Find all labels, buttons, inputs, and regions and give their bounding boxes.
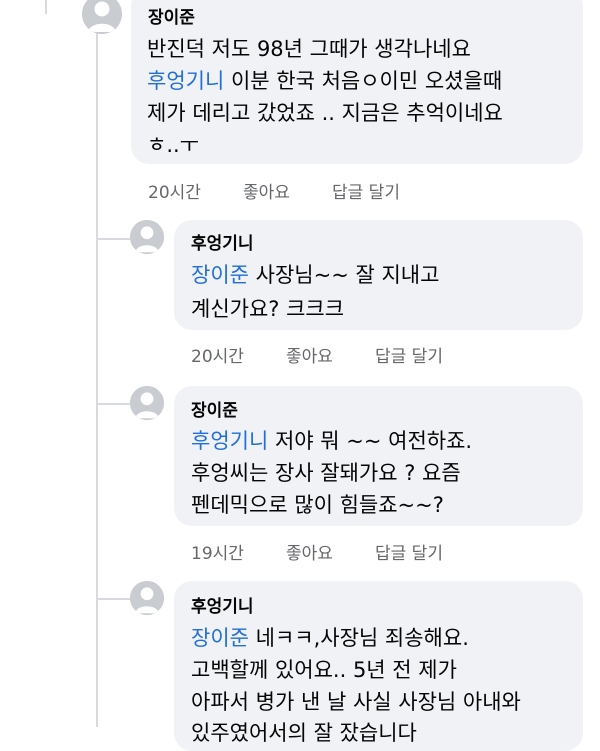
comment-text-line: 있주였어서의 잘 잤습니다	[191, 721, 417, 745]
mention-link[interactable]: 후엉기니	[191, 429, 268, 453]
comment-text-line: 후엉기니 저야 뭐 ~~ 여전하죠.	[191, 429, 473, 453]
like-button[interactable]: 좋아요	[286, 539, 375, 564]
thread-line-top	[45, 0, 47, 14]
reply-connector	[96, 403, 130, 405]
comment-text-line: ㅎ..ㅜ	[147, 133, 199, 157]
avatar[interactable]	[130, 386, 164, 420]
reply-button[interactable]: 답글 달기	[375, 539, 443, 564]
comment-actions: 19시간 좋아요 답글 달기	[191, 539, 443, 564]
comment-text-line: 고백할께 있어요.. 5년 전 제가	[191, 658, 457, 682]
comment-text-line: 장이준 사장님~~ 잘 지내고	[191, 263, 440, 287]
comment-text-line: 계신가요? 크크크	[191, 297, 345, 321]
avatar[interactable]	[82, 0, 122, 34]
comment-text-line: 아파서 병가 낸 날 사실 사장님 아내와	[191, 690, 521, 714]
reply-connector	[96, 238, 130, 240]
comment-text-line: 후엉기니 이분 한국 처음ㅇ이민 오셨을때	[147, 69, 503, 93]
mention-link[interactable]: 장이준	[191, 263, 249, 287]
default-profile-icon	[130, 386, 164, 420]
comment-author[interactable]: 후엉기니	[191, 592, 254, 617]
comment-text-line: 후엉씨는 장사 잘돼가요 ? 요즘	[191, 461, 461, 485]
avatar[interactable]	[130, 220, 164, 254]
comment-author[interactable]: 장이준	[148, 3, 195, 28]
comment-text-line: 장이준 네ㅋㅋ,사장님 죄송해요.	[191, 626, 469, 650]
like-button[interactable]: 좋아요	[286, 342, 375, 367]
reply-button[interactable]: 답글 달기	[375, 342, 443, 367]
default-profile-icon	[130, 220, 164, 254]
comment-text-line: 반진덕 저도 98년 그때가 생각나네요	[147, 37, 471, 61]
default-profile-icon	[82, 0, 122, 34]
avatar[interactable]	[130, 581, 164, 615]
thread-line-outer	[96, 0, 98, 727]
comment-author[interactable]: 장이준	[191, 396, 238, 421]
default-profile-icon	[130, 581, 164, 615]
comment-actions: 20시간 좋아요 답글 달기	[148, 178, 400, 203]
reply-button[interactable]: 답글 달기	[332, 178, 400, 203]
like-button[interactable]: 좋아요	[243, 178, 332, 203]
comment-actions: 20시간 좋아요 답글 달기	[191, 342, 443, 367]
comment-text-line: 제가 데리고 갔었죠 .. 지금은 추억이네요	[147, 101, 503, 125]
timestamp[interactable]: 20시간	[148, 178, 243, 203]
timestamp[interactable]: 20시간	[191, 342, 286, 367]
comment-text-line: 펜데믹으로 많이 힘들죠~~?	[191, 493, 444, 517]
reply-connector	[96, 598, 130, 600]
timestamp[interactable]: 19시간	[191, 539, 286, 564]
comment-author[interactable]: 후엉기니	[191, 229, 254, 254]
mention-link[interactable]: 후엉기니	[147, 69, 224, 93]
mention-link[interactable]: 장이준	[191, 626, 249, 650]
